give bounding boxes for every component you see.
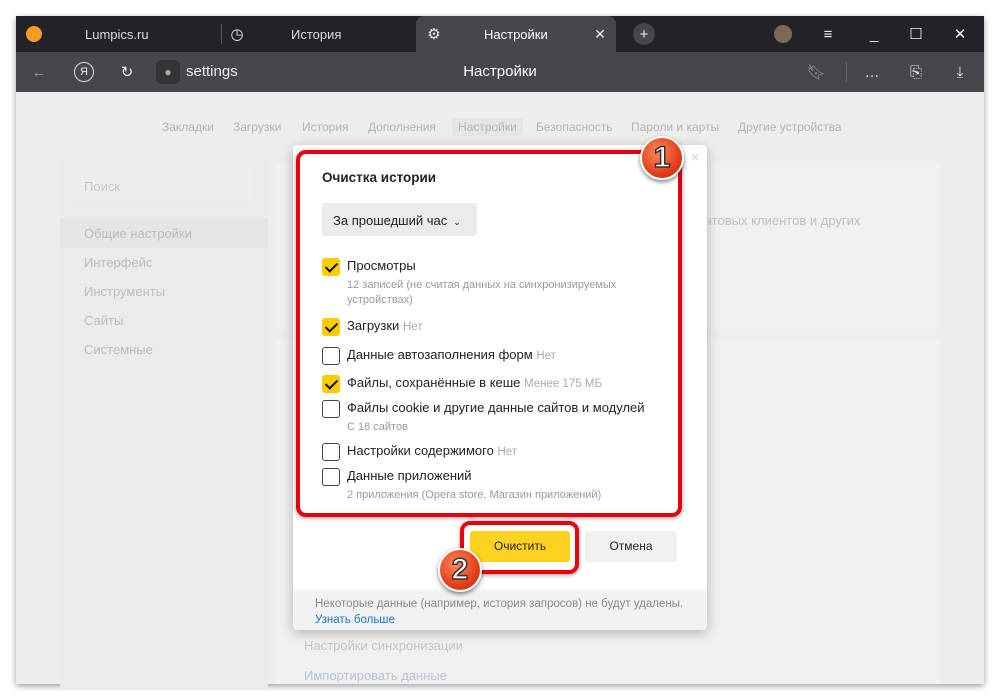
sync-settings-link[interactable]: Настройки синхронизации [304, 638, 463, 653]
sidebar: Поиск Общие настройки Интерфейс Инструме… [60, 160, 268, 690]
more-icon[interactable]: … [862, 52, 882, 92]
nav-security[interactable]: Безопасность [536, 120, 613, 134]
dialog-footer: Некоторые данные (например, история запр… [293, 590, 707, 630]
collections-icon[interactable]: ⎘ [906, 52, 926, 92]
learn-more-link[interactable]: Узнать больше [315, 612, 685, 628]
download-icon[interactable]: ⤓ [950, 52, 970, 92]
nav-settings[interactable]: Настройки [452, 118, 523, 136]
nav-bookmarks[interactable]: Закладки [162, 120, 214, 134]
close-dialog-icon[interactable]: × [691, 149, 699, 165]
nav-downloads[interactable]: Загрузки [233, 120, 281, 134]
tab-label: Настройки [484, 26, 548, 42]
tab-history[interactable]: ◷ История [222, 16, 416, 52]
avatar[interactable] [774, 25, 792, 43]
minimize-icon[interactable]: _ [864, 16, 884, 52]
orange-icon [26, 26, 42, 42]
step-badge-2: 2 [438, 548, 482, 592]
sidebar-item-interface[interactable]: Интерфейс [84, 255, 152, 270]
tab-settings[interactable]: ⚙ Настройки ✕ [416, 16, 616, 52]
import-data-link[interactable]: Импортировать данные [304, 668, 447, 683]
tab-label: История [291, 26, 342, 42]
divider [846, 62, 847, 82]
page-title: Настройки [463, 63, 537, 80]
nav-devices[interactable]: Другие устройства [738, 120, 842, 134]
tab-lumpics[interactable]: Lumpics.ru [16, 16, 216, 52]
gear-icon: ⚙ [427, 26, 441, 43]
footer-note: Некоторые данные (например, история запр… [315, 598, 684, 610]
sidebar-item-system[interactable]: Системные [84, 342, 153, 357]
search-input[interactable]: Поиск [72, 168, 252, 202]
close-window-icon[interactable]: ✕ [950, 16, 970, 52]
sidebar-item-tools[interactable]: Инструменты [84, 284, 165, 299]
tab-label: Lumpics.ru [85, 26, 149, 42]
tab-bar: Lumpics.ru ◷ История ⚙ Настройки ✕ + ≡ _… [16, 16, 984, 52]
nav-history[interactable]: История [302, 120, 349, 134]
address-bar: ← Я ↻ ● settings Настройки 🔖︎ … ⎘ ⤓ [16, 52, 984, 92]
menu-icon[interactable]: ≡ [818, 16, 838, 52]
highlight-box-options [296, 150, 682, 517]
card-text: чтовых клиентов и других [705, 213, 861, 228]
new-tab-icon[interactable]: + [633, 23, 655, 45]
maximize-icon[interactable]: ☐ [906, 16, 926, 52]
bookmark-icon[interactable]: 🔖︎ [806, 52, 826, 92]
cancel-button[interactable]: Отмена [585, 531, 677, 562]
nav-passwords[interactable]: Пароли и карты [631, 120, 719, 134]
close-tab-icon[interactable]: ✕ [592, 16, 608, 52]
step-badge-1: 1 [640, 136, 684, 180]
sidebar-item-sites[interactable]: Сайты [84, 313, 123, 328]
sidebar-item-general[interactable]: Общие настройки [84, 226, 192, 241]
clock-icon: ◷ [230, 26, 244, 43]
nav-extensions[interactable]: Дополнения [368, 120, 436, 134]
